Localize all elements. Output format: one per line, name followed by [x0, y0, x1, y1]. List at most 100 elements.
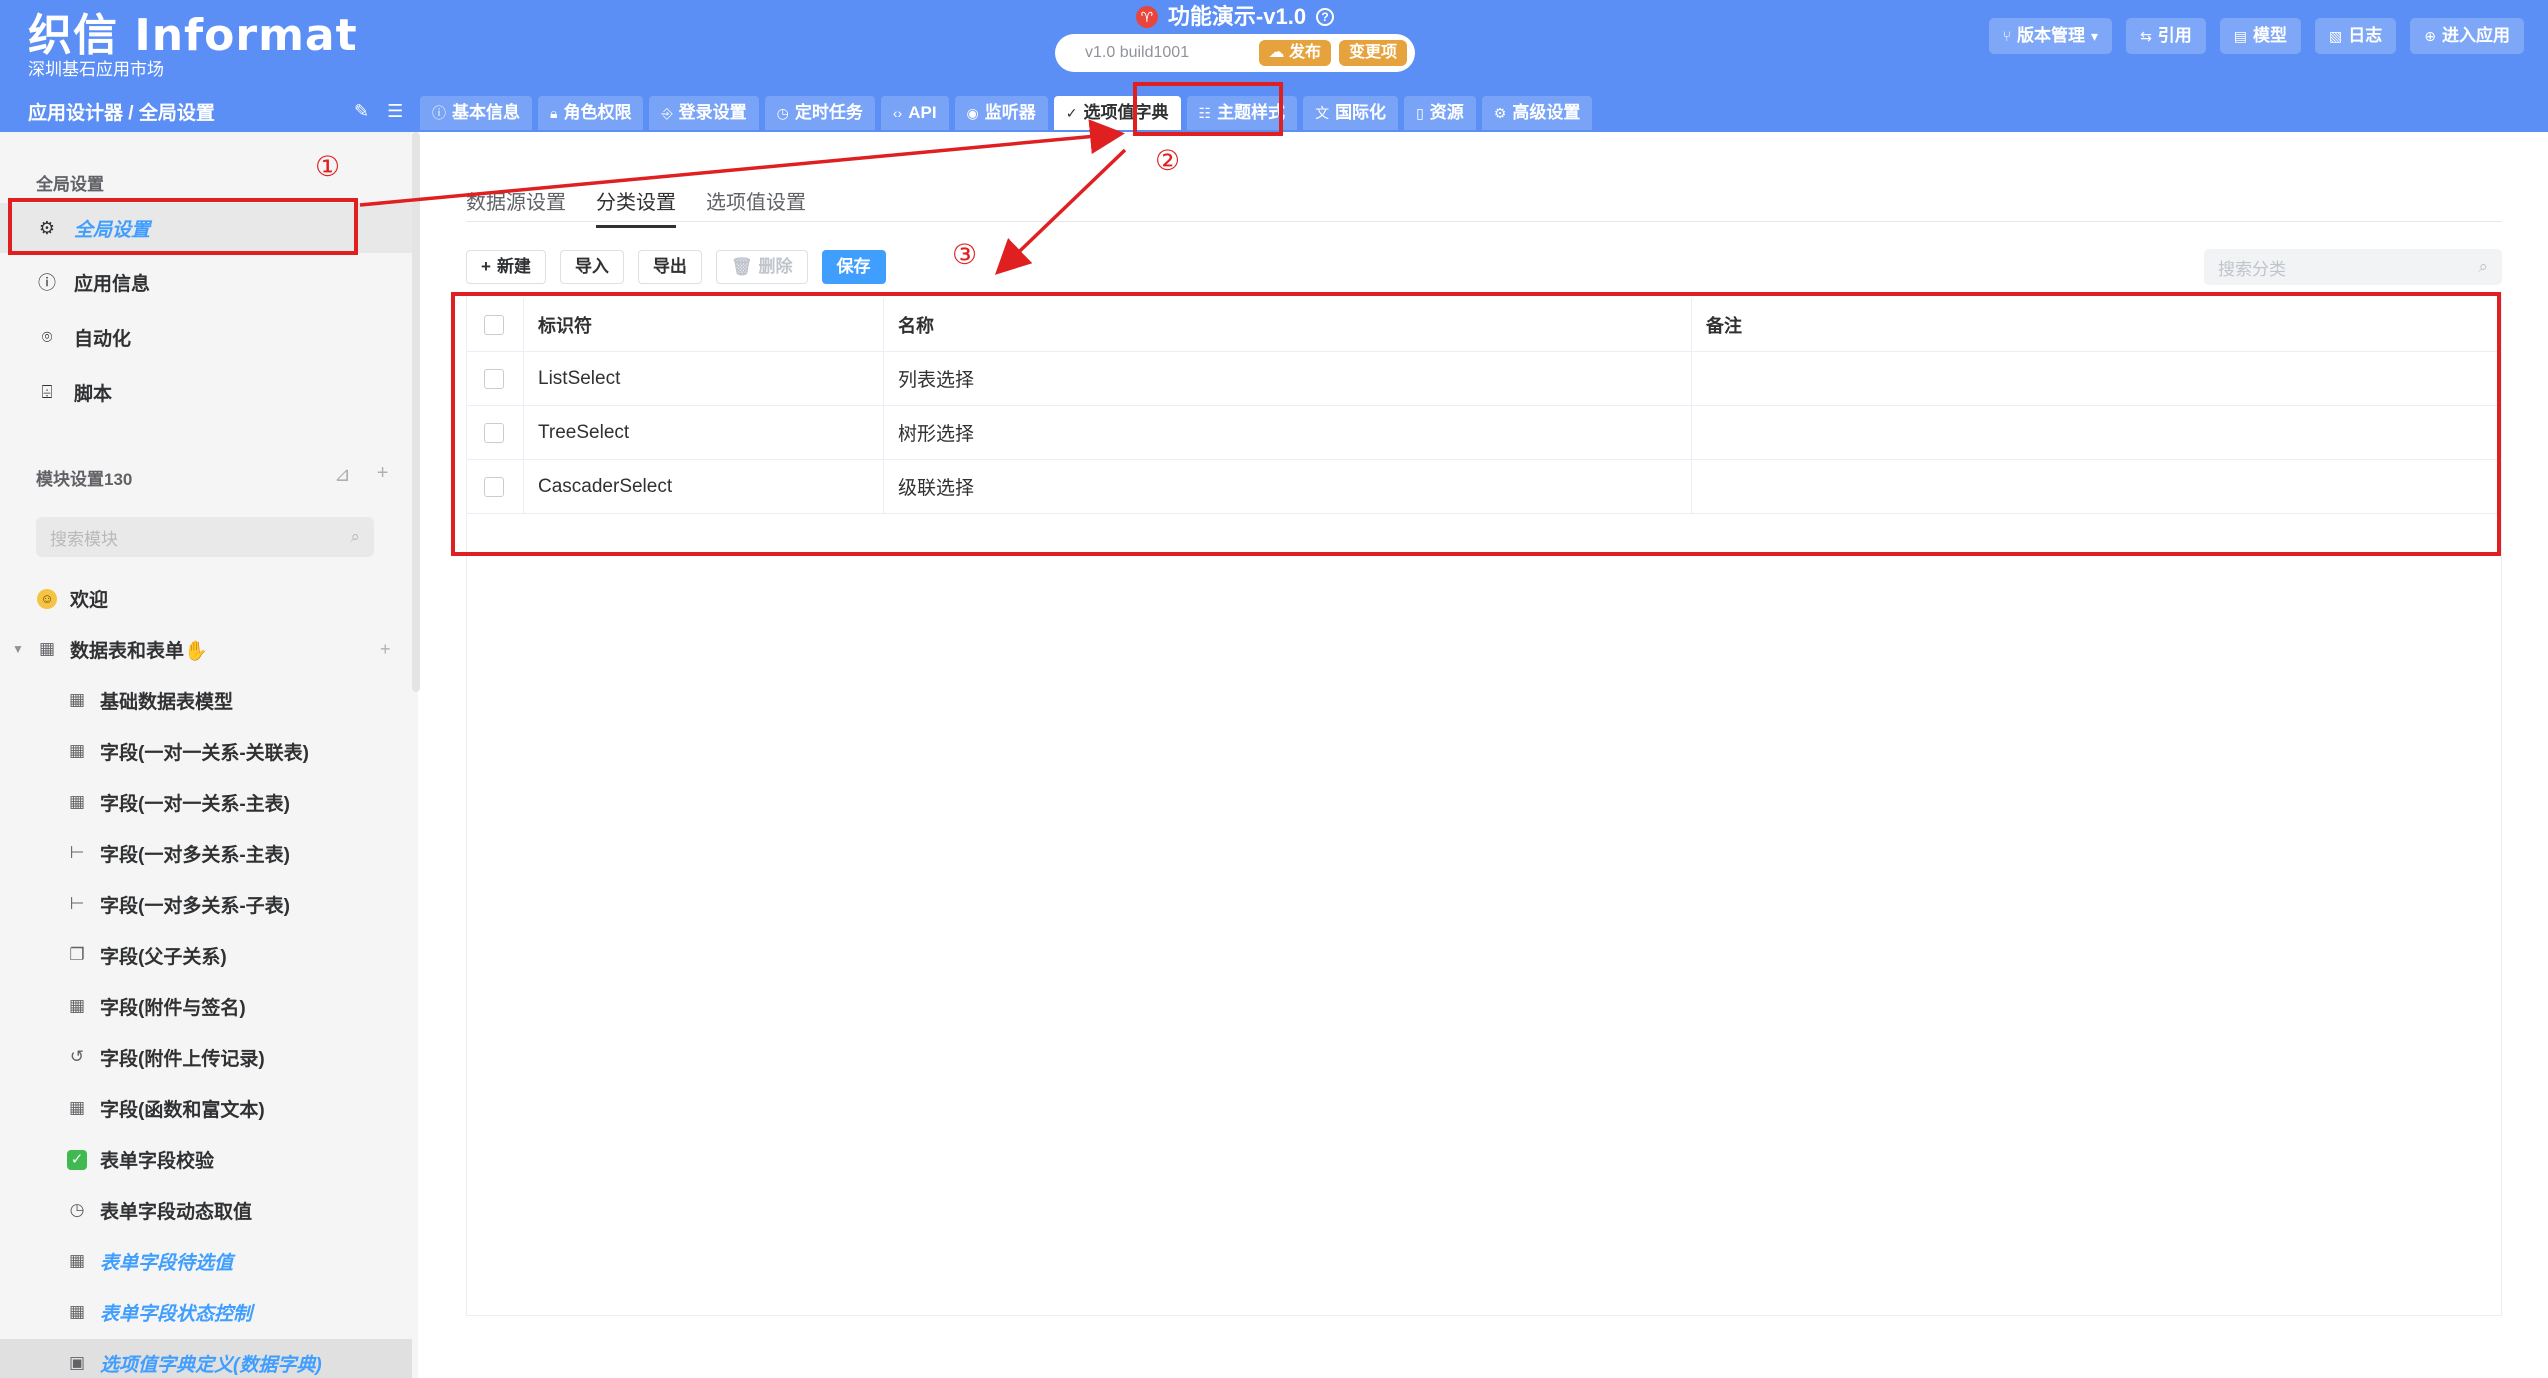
export-button[interactable]: 导出 — [637, 250, 702, 284]
tab-label: 高级设置 — [1512, 103, 1581, 122]
edit-icon[interactable]: ✎ — [354, 101, 369, 122]
tree-item[interactable]: ▦ 基础数据表模型 — [0, 676, 412, 724]
tab-i18n[interactable]: 文国际化 — [1303, 96, 1399, 130]
tree-item[interactable]: ▦ 字段(一对一关系-关联表) — [0, 727, 412, 775]
robot-icon: ⌾ — [41, 326, 53, 347]
annotation-box-option-dictionary-tab — [1133, 82, 1283, 136]
tree-item-welcome[interactable]: ☺ 欢迎 — [0, 574, 412, 622]
resource-icon: ▯ — [1416, 105, 1424, 121]
tree-item[interactable]: ▦ 字段(函数和富文本) — [0, 1084, 412, 1132]
annotation-marker-3: ③ — [952, 238, 978, 271]
tab-resources[interactable]: ▯ 资源 — [1404, 96, 1476, 130]
changes-button[interactable]: 变更项 — [1338, 40, 1407, 66]
module-search-input[interactable]: 搜索模块 ⌕ — [36, 517, 374, 557]
annotation-box-global-settings — [8, 198, 358, 255]
module-search-placeholder: 搜索模块 — [50, 529, 118, 549]
history-icon: ↺ — [69, 1047, 85, 1066]
category-search-input[interactable]: 搜索分类 ⌕ — [2204, 249, 2502, 285]
global-section-title: 全局设置 — [36, 175, 104, 194]
tree-item[interactable]: ↺ 字段(附件上传记录) — [0, 1033, 412, 1081]
tree-item-label: 表单字段动态取值 — [100, 1201, 253, 1223]
gear-icon: ⚙ — [1493, 105, 1507, 121]
tree-item[interactable]: ◷ 表单字段动态取值 — [0, 1186, 412, 1234]
chevron-down-icon: ▾ — [2091, 28, 2099, 44]
publish-label: 发布 — [1288, 44, 1321, 61]
clock-icon: ◷ — [69, 1200, 85, 1219]
tab-api[interactable]: ‹› API — [880, 96, 949, 130]
smile-icon: ☺ — [36, 588, 58, 609]
enter-icon: ⊕ — [2424, 28, 2436, 44]
tree-item[interactable]: ▦ 表单字段待选值 — [0, 1237, 412, 1285]
save-icon: ▣ — [68, 1353, 86, 1372]
sidebar-scrollbar[interactable] — [412, 132, 420, 692]
build-pill: v1.0 build1001 ☁ 发布 变更项 — [1055, 34, 1415, 72]
new-button[interactable]: + 新建 — [466, 250, 546, 284]
tab-role-permission[interactable]: 🔒︎ 角色权限 — [538, 96, 644, 130]
script-icon: ⌹ — [41, 381, 53, 402]
tree-item[interactable]: ⊢ 字段(一对多关系-主表) — [0, 829, 412, 877]
table-icon: ▦ — [38, 639, 56, 658]
reference-button[interactable]: ⇆ 引用 — [2126, 18, 2206, 54]
publish-button[interactable]: ☁ 发布 — [1258, 40, 1331, 66]
tree-item-label: 字段(一对一关系-主表) — [100, 793, 290, 815]
check-green-icon: ✓ — [66, 1149, 88, 1170]
annotation-marker-2: ② — [1155, 144, 1181, 177]
toolbar: + 新建 导入 导出 🗑︎ 删除 保存 — [466, 250, 886, 284]
version-manage-button[interactable]: ⑂ 版本管理 ▾ — [1988, 18, 2113, 54]
arrow-2-to-3 — [994, 148, 1127, 275]
model-button[interactable]: ▤ 模型 — [2219, 18, 2302, 54]
tab-scheduled-tasks[interactable]: ◷ 定时任务 — [764, 96, 875, 130]
tree-item-label: 选项值字典定义(数据字典) — [100, 1354, 322, 1376]
tab-label: 登录设置 — [678, 103, 747, 122]
tab-listeners[interactable]: ◉ 监听器 — [954, 96, 1048, 130]
sidebar-item-label: 自动化 — [74, 328, 132, 350]
add-child-icon[interactable]: + — [380, 639, 391, 660]
enter-app-button[interactable]: ⊕ 进入应用 — [2410, 18, 2524, 54]
sidebar-item-app-info[interactable]: ⓘ 应用信息 — [0, 257, 412, 307]
tree-item-tables-forms[interactable]: ▼ ▦ 数据表和表单✋ + — [0, 625, 412, 673]
clock-icon: ◷ — [776, 105, 789, 121]
cloud-upload-icon: ☁ — [1268, 44, 1285, 61]
tree-item[interactable]: ❐ 字段(父子关系) — [0, 931, 412, 979]
tree-item-option-dictionary[interactable]: ▣ 选项值字典定义(数据字典) — [0, 1339, 412, 1378]
log-button[interactable]: ▧ 日志 — [2315, 18, 2397, 54]
collapse-menu-icon[interactable]: ☰ — [387, 101, 403, 122]
sidebar-item-script[interactable]: ⌹ 脚本 — [0, 367, 412, 417]
info-icon: ⓘ — [432, 105, 446, 121]
subtabs-divider — [466, 221, 2502, 222]
copy-icon: ❐ — [69, 945, 85, 964]
help-icon[interactable]: ? — [1316, 8, 1335, 26]
logo-subtitle: 深圳基石应用市场 — [28, 60, 164, 79]
link-icon: ⇆ — [2140, 28, 2152, 44]
tree-item[interactable]: ⊢ 字段(一对多关系-子表) — [0, 880, 412, 928]
table-icon: ▦ — [68, 792, 86, 811]
tree-item-label: 字段(父子关系) — [100, 946, 227, 968]
log-label: 日志 — [2348, 26, 2383, 45]
save-button[interactable]: 保存 — [821, 250, 886, 284]
delete-button[interactable]: 🗑︎ 删除 — [715, 250, 808, 284]
plus-icon: + — [481, 257, 491, 276]
code-icon: ‹› — [892, 105, 903, 121]
sidebar-item-automation[interactable]: ⌾ 自动化 — [0, 312, 412, 362]
tree-item[interactable]: ▦ 字段(一对一关系-主表) — [0, 778, 412, 826]
tree-item[interactable]: ✓ 表单字段校验 — [0, 1135, 412, 1183]
logo: 织信 Informat 深圳基石应用市场 — [28, 10, 358, 80]
tree-item-label: 欢迎 — [70, 589, 109, 611]
tab-advanced-settings[interactable]: ⚙ 高级设置 — [1481, 96, 1593, 130]
tab-login-settings[interactable]: ⎆ 登录设置 — [649, 96, 759, 130]
log-icon: ▧ — [2329, 28, 2343, 44]
tab-label: 监听器 — [984, 103, 1036, 122]
tree-item-label: 字段(附件上传记录) — [100, 1048, 265, 1070]
eye-icon: ◉ — [966, 105, 979, 121]
tree-item[interactable]: ▦ 表单字段状态控制 — [0, 1288, 412, 1336]
app-title: 功能演示-v1.0 — [1167, 4, 1307, 29]
sort-icon[interactable]: ⊿ — [334, 462, 351, 487]
model-icon: ▤ — [2233, 28, 2248, 44]
tab-basic-info[interactable]: ⓘ 基本信息 — [420, 96, 532, 130]
tree-item[interactable]: ▦ 字段(附件与签名) — [0, 982, 412, 1030]
add-module-icon[interactable]: + — [377, 462, 389, 487]
tree-item-label: 表单字段状态控制 — [100, 1303, 253, 1325]
tree-item-label: 字段(一对多关系-主表) — [100, 844, 290, 866]
caret-down-icon[interactable]: ▼ — [12, 642, 24, 656]
import-button[interactable]: 导入 — [559, 250, 624, 284]
